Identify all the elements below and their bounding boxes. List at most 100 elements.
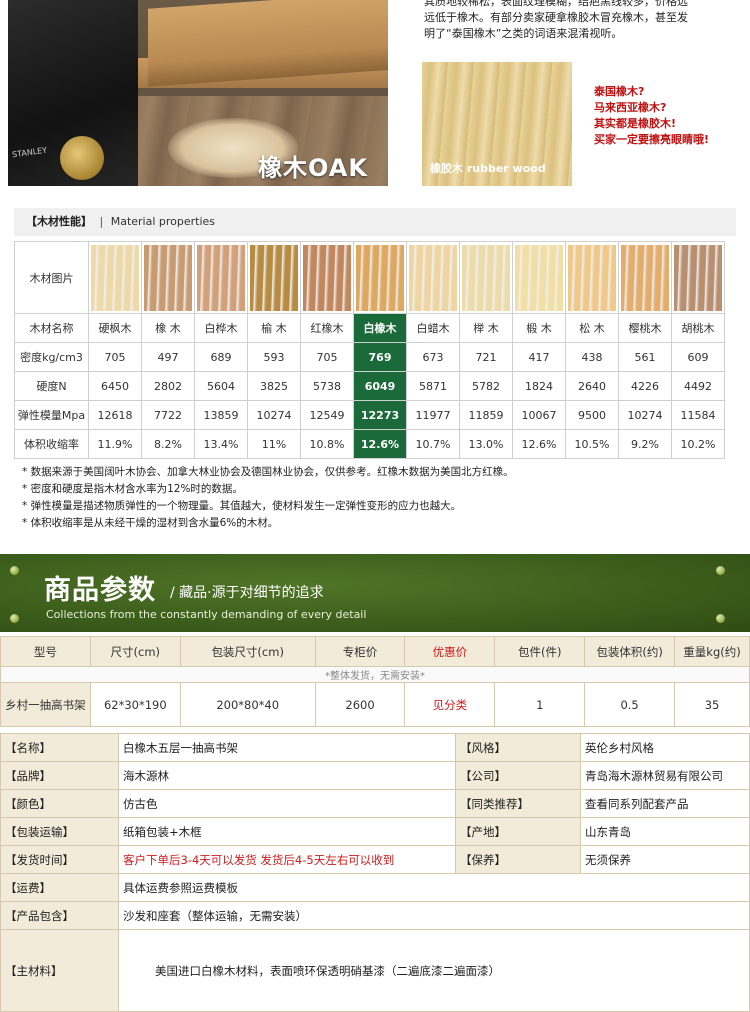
wood-hardness-cell: 6049 [353, 371, 407, 401]
wood-density-cell: 497 [141, 342, 195, 372]
info-row: 【名称】 白橡木五层一抽高书架 【风格】 英伦乡村风格 [0, 733, 750, 762]
info-row: 【主材料】 美国进口白橡木材料，表面喷环保透明硝基漆（二遍底漆二遍面漆） [0, 929, 750, 1012]
intro-line: 其质地较稀松，表面纹理模糊，结疤黑线较多，价格远 [424, 0, 688, 8]
shipping-value: 客户下单后3-4天可以发货 发货后4-5天左右可以收到 [118, 845, 456, 874]
wood-hardness-cell: 5871 [406, 371, 460, 401]
oak-label: 橡木OAK [258, 154, 368, 182]
wood-swatch [409, 244, 457, 311]
freight-label: 【运费】 [0, 873, 119, 902]
decor-dot [716, 614, 725, 623]
header-packages: 包件(件) [494, 636, 586, 667]
properties-title-en: Material properties [110, 215, 216, 228]
header-package-volume: 包装体积(约) [584, 636, 676, 667]
wood-elasticity-cell: 12273 [353, 400, 407, 430]
wood-density-cell: 721 [459, 342, 513, 372]
wood-density-cell: 705 [300, 342, 354, 372]
row-hardness: 硬度N 6450 2802 5604 3825 5738 6049 5871 5782 1824 2… [14, 371, 725, 401]
info-row: 【产品包含】 沙发和座套（整体运输，无需安装） [0, 901, 750, 930]
similar-products-link[interactable]: 查看同系列配套产品 [580, 789, 750, 818]
wood-hardness-cell: 5738 [300, 371, 354, 401]
warning-line: 马来西亚橡木? [594, 101, 667, 114]
wood-swatch-cell [671, 241, 725, 314]
params-note: *整体发货，无需安装* [0, 666, 750, 683]
wood-hardness-cell: 1824 [512, 371, 566, 401]
warning-line: 买家一定要擦亮眼睛哦! [594, 133, 710, 146]
wood-density-cell: 609 [671, 342, 725, 372]
note-line: * 体积收缩率是从未经干燥的湿材到含水量6%的木材。 [22, 517, 279, 529]
info-row: 【包装运输】 纸箱包装+木框 【产地】 山东青岛 [0, 817, 750, 846]
wood-swatch-cell [247, 241, 301, 314]
wood-elasticity-cell: 11859 [459, 400, 513, 430]
wood-density-cell: 417 [512, 342, 566, 372]
value-weight: 35 [674, 682, 750, 727]
shipping-label: 【发货时间】 [0, 845, 119, 874]
info-row: 【发货时间】 客户下单后3-4天可以发货 发货后4-5天左右可以收到 【保养】 … [0, 845, 750, 874]
wood-swatch-cell [88, 241, 142, 314]
properties-title-separator: | [99, 215, 104, 228]
row-label: 弹性模量Mpa [14, 400, 89, 430]
packaging-value: 纸箱包装+木框 [118, 817, 456, 846]
wood-density-cell: 673 [406, 342, 460, 372]
wood-elasticity-cell: 11584 [671, 400, 725, 430]
row-elasticity: 弹性模量Mpa 12618 7722 13859 10274 12549 12273 1197… [14, 400, 725, 430]
wood-swatch [250, 244, 298, 311]
includes-value: 沙发和座套（整体运输，无需安装） [118, 901, 750, 930]
wood-name-cell: 椴 木 [512, 313, 566, 343]
wood-shrinkage-cell: 13.4% [194, 429, 248, 459]
wood-elasticity-cell: 12549 [300, 400, 354, 430]
wood-hardness-cell: 4492 [671, 371, 725, 401]
banner-subtitle: / 藏品·源于对细节的追求 [170, 585, 324, 601]
wood-swatch [568, 244, 616, 311]
wood-shrinkage-cell: 10.5% [565, 429, 619, 459]
info-row: 【运费】 具体运费参照运费模板 [0, 873, 750, 902]
info-row: 【颜色】 仿古色 【同类推荐】 查看同系列配套产品 [0, 789, 750, 818]
wood-elasticity-cell: 7722 [141, 400, 195, 430]
wood-swatch-cell [353, 241, 407, 314]
wood-swatch-cell [459, 241, 513, 314]
header-size: 尺寸(cm) [89, 636, 181, 667]
wood-swatch-cell [512, 241, 566, 314]
wood-density-cell: 593 [247, 342, 301, 372]
row-density: 密度kg/cm3 705 497 689 593 705 769 673 721 417 438 56… [14, 342, 725, 372]
value-packages: 1 [494, 682, 586, 727]
wood-name-cell: 白橡木 [353, 313, 407, 343]
wood-hardness-cell: 2640 [565, 371, 619, 401]
company-label: 【公司】 [455, 761, 581, 790]
row-label: 硬度N [14, 371, 89, 401]
wood-elasticity-cell: 11977 [406, 400, 460, 430]
decor-dot [10, 566, 19, 575]
warranty-label: 【保养】 [455, 845, 581, 874]
wood-shrinkage-cell: 11% [247, 429, 301, 459]
brand-value: 海木源林 [118, 761, 456, 790]
wood-shrinkage-cell: 8.2% [141, 429, 195, 459]
product-params-table: 型号 尺寸(cm) 包装尺寸(cm) 专柜价 优惠价 包件(件) 包装体积(约)… [0, 636, 750, 727]
wood-elasticity-cell: 10067 [512, 400, 566, 430]
wood-density-cell: 769 [353, 342, 407, 372]
wood-elasticity-cell: 10274 [247, 400, 301, 430]
name-label: 【名称】 [0, 733, 119, 762]
wood-swatch [144, 244, 192, 311]
wood-swatch-cell [141, 241, 195, 314]
wood-swatch-cell [618, 241, 672, 314]
decor-dot [716, 566, 725, 575]
params-value-row: 乡村一抽高书架 62*30*190 200*80*40 2600 见分类 1 0… [0, 682, 750, 727]
wood-name-cell: 白蜡木 [406, 313, 460, 343]
wood-name-cell: 白桦木 [194, 313, 248, 343]
brand-label: 【品牌】 [0, 761, 119, 790]
banner-subtitle-en: Collections from the constantly demandin… [46, 608, 367, 621]
row-wood-image: 木材图片 [14, 241, 725, 314]
wood-swatch-cell [300, 241, 354, 314]
wood-elasticity-cell: 9500 [565, 400, 619, 430]
wood-swatch [621, 244, 669, 311]
info-row: 【品牌】 海木源林 【公司】 青岛海木源林贸易有限公司 [0, 761, 750, 790]
params-note-row: *整体发货，无需安装* [0, 666, 750, 683]
company-value: 青岛海木源林贸易有限公司 [580, 761, 750, 790]
properties-title: 【木材性能】 | Material properties [14, 208, 736, 236]
warning-text: 泰国橡木? 马来西亚橡木? 其实都是橡胶木! 买家一定要擦亮眼睛哦! [594, 84, 709, 148]
wood-hardness-cell: 5604 [194, 371, 248, 401]
origin-value: 山东青岛 [580, 817, 750, 846]
product-params-banner: 商品参数 / 藏品·源于对细节的追求 Collections from the … [0, 554, 750, 632]
wood-properties-table: 木材图片 木材名称 硬枫木橡 木白桦木榆 木红橡木 白橡木 白蜡木榉 木椴 木松 木樱桃… [14, 241, 725, 459]
wood-density-cell: 689 [194, 342, 248, 372]
product-info-table: 【名称】 白橡木五层一抽高书架 【风格】 英伦乡村风格 【品牌】 海木源林 【公… [0, 733, 750, 1012]
